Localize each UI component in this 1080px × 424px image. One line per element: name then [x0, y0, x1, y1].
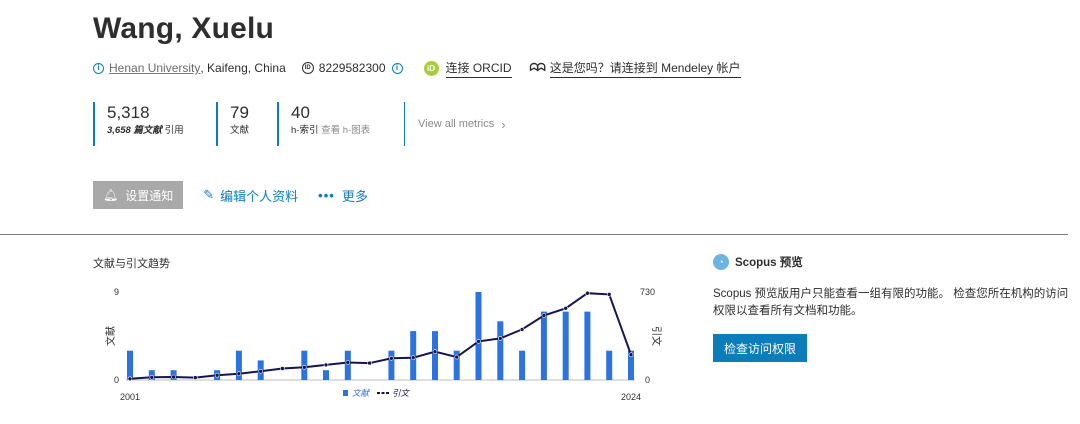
citation-point-2011[interactable] — [345, 360, 351, 365]
author-name: Wang, Xuelu — [93, 12, 275, 45]
legend-citations-label: 引文 — [392, 388, 411, 398]
legend-documents-label: 文献 — [352, 388, 371, 398]
scopus-author-id: 8229582300 — [318, 61, 386, 75]
more-label: 更多 — [341, 188, 368, 204]
info-icon[interactable]: i — [93, 62, 104, 74]
citation-point-2022[interactable] — [585, 290, 590, 296]
x-end-label: 2024 — [621, 392, 641, 402]
citation-point-2014[interactable] — [410, 355, 416, 360]
bell-icon: 🔔︎ — [103, 188, 119, 202]
citation-point-2007[interactable] — [258, 369, 263, 374]
documents-metric[interactable]: 79 文献 — [216, 102, 277, 146]
citation-point-2021[interactable] — [563, 305, 569, 311]
citation-point-2001[interactable] — [127, 376, 133, 382]
preview-icon: ◔ — [713, 254, 729, 270]
citation-point-2020[interactable] — [541, 313, 547, 318]
document-bar-2017[interactable] — [475, 292, 482, 380]
h-index-value: 40 — [291, 103, 310, 122]
citation-point-2006[interactable] — [236, 371, 242, 376]
citations-count: 5,318 — [107, 103, 150, 122]
document-bar-2010[interactable] — [323, 370, 329, 380]
citation-point-2002[interactable] — [149, 375, 155, 380]
document-bar-2023[interactable] — [606, 350, 613, 380]
more-link[interactable]: ••• 更多 — [318, 186, 368, 205]
citation-point-2005[interactable] — [214, 372, 220, 378]
citation-point-2015[interactable] — [432, 349, 438, 354]
edit-profile-label: 编辑个人资料 — [220, 188, 299, 204]
document-bar-2020[interactable] — [540, 311, 547, 380]
metrics-bar: 5,318 3,658 篇文献 引用 79 文献 40 h-索引 查看 h-图表… — [93, 102, 506, 146]
h-index-metric[interactable]: 40 h-索引 查看 h-图表 — [277, 102, 404, 146]
set-alert-label: 设置通知 — [125, 188, 174, 203]
connect-mendeley-link[interactable]: 这是您吗？请连接到 Mendeley 帐户 — [549, 59, 741, 78]
view-h-graph-link[interactable]: 查看 h-图表 — [321, 125, 370, 136]
view-all-metrics-label: View all metrics — [418, 118, 495, 130]
document-bar-2021[interactable] — [562, 311, 569, 380]
connect-orcid-link[interactable]: 连接 ORCID — [445, 59, 512, 78]
left-tick-top: 9 — [114, 287, 119, 297]
document-bar-2019[interactable] — [519, 350, 526, 380]
citation-point-2024[interactable] — [628, 352, 634, 357]
citation-point-2017[interactable] — [476, 339, 481, 344]
chart-title: 文献与引文趋势 — [93, 258, 170, 270]
citation-point-2010[interactable] — [323, 362, 329, 368]
document-bar-2018[interactable] — [497, 321, 504, 380]
more-dots-icon: ••• — [318, 187, 335, 203]
citing-docs-word: 篇文献 — [133, 125, 162, 136]
author-info-line: i Henan University , Kaifeng, China ID 8… — [93, 58, 741, 78]
citation-point-2016[interactable] — [454, 354, 460, 360]
citation-line-path — [129, 292, 632, 380]
preview-description: Scopus 预览版用户只能查看一组有限的功能。 检查您所在机构的访问权限以查看… — [713, 288, 1069, 317]
citing-docs-count: 3,658 — [107, 125, 131, 136]
right-axis-label: 引文 — [650, 326, 663, 346]
scopus-id-info-icon[interactable]: i — [391, 62, 403, 74]
document-bar-2022[interactable] — [584, 311, 591, 380]
set-alert-button[interactable]: 🔔︎ 设置通知 — [93, 181, 184, 209]
left-tick-bottom: 0 — [114, 375, 119, 385]
document-bar-2015[interactable] — [432, 331, 438, 380]
document-citation-trend-chart: 9 0 730 0 文献 引文 2001 2024 文献 引文 — [104, 287, 663, 402]
affiliation-location: , Kaifeng, China — [200, 61, 286, 75]
document-bar-2001[interactable] — [127, 350, 133, 380]
right-tick-top: 730 — [640, 287, 655, 297]
section-divider — [0, 234, 1068, 235]
citation-line — [127, 290, 634, 382]
legend-documents-swatch — [343, 390, 348, 396]
view-all-metrics-link[interactable]: View all metrics › — [404, 102, 506, 146]
h-index-caption: h-索引 查看 h-图表 — [291, 124, 404, 138]
citation-point-2004[interactable] — [193, 375, 198, 380]
citation-point-2019[interactable] — [519, 327, 525, 332]
preview-title: Scopus 预览 — [735, 257, 803, 269]
citation-point-2003[interactable] — [171, 374, 176, 380]
citation-point-2018[interactable] — [497, 336, 503, 341]
document-bars — [127, 292, 634, 380]
documents-count: 79 — [230, 103, 249, 122]
orcid-icon: iD — [423, 60, 439, 76]
affiliation-link[interactable]: Henan University — [109, 61, 200, 75]
citation-point-2013[interactable] — [389, 356, 394, 361]
preview-header: ◔ Scopus 预览 — [713, 254, 803, 270]
x-start-label: 2001 — [120, 392, 140, 402]
citation-point-2012[interactable] — [367, 360, 372, 366]
document-bar-2013[interactable] — [388, 350, 395, 380]
citations-caption: 3,658 篇文献 引用 — [107, 124, 216, 138]
left-axis-label: 文献 — [104, 326, 117, 346]
pencil-icon: ✎ — [203, 187, 215, 202]
document-bar-2011[interactable] — [344, 350, 351, 380]
citations-suffix: 引用 — [164, 125, 184, 136]
mendeley-icon: ᗣᗣ — [529, 61, 546, 74]
scopus-id-icon: ID — [301, 62, 314, 74]
right-tick-bottom: 0 — [645, 375, 650, 385]
citation-point-2008[interactable] — [280, 366, 285, 371]
author-actions: 🔔︎ 设置通知 ✎ 编辑个人资料 ••• 更多 — [93, 181, 368, 209]
citation-point-2009[interactable] — [302, 365, 307, 370]
check-access-button[interactable]: 检查访问权限 — [713, 334, 808, 362]
chevron-right-icon: › — [501, 116, 506, 132]
documents-label: 文献 — [230, 125, 250, 136]
citations-metric[interactable]: 5,318 3,658 篇文献 引用 — [93, 102, 216, 146]
citation-point-2023[interactable] — [606, 292, 612, 297]
h-index-label: h-索引 — [291, 125, 319, 136]
edit-profile-link[interactable]: ✎ 编辑个人资料 — [203, 186, 298, 205]
